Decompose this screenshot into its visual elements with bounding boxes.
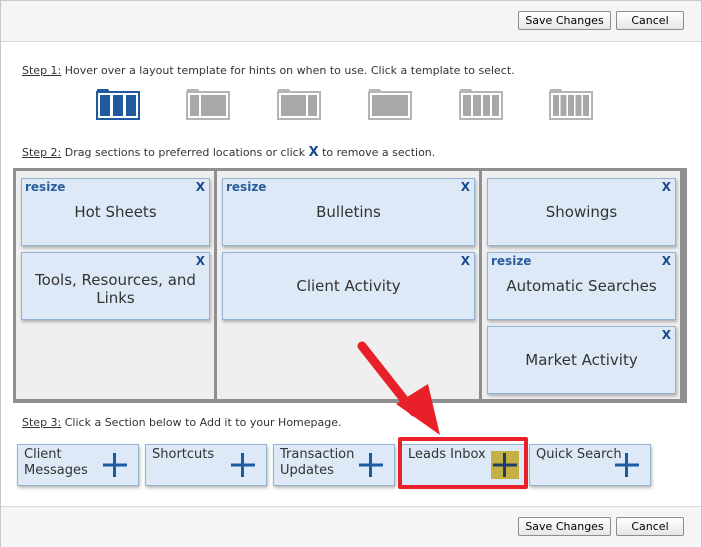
save-changes-button-bottom[interactable]: Save Changes: [518, 517, 611, 536]
section-title: Market Activity: [525, 351, 638, 369]
close-icon[interactable]: X: [461, 254, 470, 268]
add-section-label: Transaction Updates: [280, 447, 355, 478]
add-section-client-messages[interactable]: Client Messages: [17, 444, 139, 486]
step2-instructions: Step 2: Drag sections to preferred locat…: [22, 145, 435, 160]
step1-label: Step 1:: [22, 64, 62, 77]
template-2col-wide-right[interactable]: [186, 86, 230, 120]
template-5col[interactable]: [549, 86, 593, 120]
close-icon[interactable]: X: [461, 180, 470, 194]
layout-column-3: X Showings resize X Automatic Searches X…: [482, 171, 680, 399]
add-section-transaction-updates[interactable]: Transaction Updates: [273, 444, 395, 486]
step1-text: Hover over a layout template for hints o…: [61, 64, 515, 77]
cancel-button-bottom[interactable]: Cancel: [616, 517, 684, 536]
step3-label: Step 3:: [22, 416, 62, 429]
remove-x-icon: X: [308, 145, 319, 160]
section-card-client-activity[interactable]: X Client Activity: [222, 252, 475, 320]
resize-handle[interactable]: resize: [491, 254, 531, 268]
section-card-showings[interactable]: X Showings: [487, 178, 676, 246]
template-4col[interactable]: [459, 86, 503, 120]
layout-area: resize X Hot Sheets X Tools, Resources, …: [13, 168, 687, 403]
close-icon[interactable]: X: [196, 254, 205, 268]
add-section-shortcuts[interactable]: Shortcuts: [145, 444, 267, 486]
close-icon[interactable]: X: [196, 180, 205, 194]
annotation-highlight-box: [398, 437, 528, 489]
plus-icon[interactable]: [229, 451, 257, 479]
template-2col-wide-left[interactable]: [277, 86, 321, 120]
close-icon[interactable]: X: [662, 328, 671, 342]
section-card-bulletins[interactable]: resize X Bulletins: [222, 178, 475, 246]
cancel-button-top[interactable]: Cancel: [616, 11, 684, 30]
resize-handle[interactable]: resize: [226, 180, 266, 194]
save-changes-button-top[interactable]: Save Changes: [518, 11, 611, 30]
layout-column-2: resize X Bulletins X Client Activity: [217, 171, 479, 399]
close-icon[interactable]: X: [662, 254, 671, 268]
section-card-market-activity[interactable]: X Market Activity: [487, 326, 676, 394]
section-card-automatic-searches[interactable]: resize X Automatic Searches: [487, 252, 676, 320]
bottom-toolbar: Save Changes Cancel: [1, 506, 701, 547]
section-card-tools-resources-links[interactable]: X Tools, Resources, and Links: [21, 252, 210, 320]
add-section-label: Shortcuts: [152, 447, 215, 462]
step2-text-after: to remove a section.: [318, 146, 436, 159]
template-1col[interactable]: [368, 86, 412, 120]
plus-icon[interactable]: [357, 451, 385, 479]
section-title: Client Activity: [296, 277, 401, 295]
plus-icon[interactable]: [613, 451, 641, 479]
section-title: Bulletins: [316, 203, 381, 221]
step2-label: Step 2:: [22, 146, 62, 159]
section-title: Automatic Searches: [506, 277, 657, 295]
plus-icon[interactable]: [101, 451, 129, 479]
template-3col-selected[interactable]: [96, 86, 140, 120]
section-card-hot-sheets[interactable]: resize X Hot Sheets: [21, 178, 210, 246]
section-title: Showings: [545, 203, 618, 221]
section-title: Hot Sheets: [74, 203, 157, 221]
close-icon[interactable]: X: [662, 180, 671, 194]
add-section-label: Quick Search: [536, 447, 622, 462]
step1-instructions: Step 1: Hover over a layout template for…: [22, 64, 515, 77]
add-section-quick-search[interactable]: Quick Search: [529, 444, 651, 486]
add-section-label: Client Messages: [24, 447, 88, 478]
top-toolbar: Save Changes Cancel: [1, 1, 701, 42]
layout-column-1: resize X Hot Sheets X Tools, Resources, …: [16, 171, 214, 399]
step2-text-before: Drag sections to preferred locations or …: [61, 146, 309, 159]
step3-text: Click a Section below to Add it to your …: [61, 416, 342, 429]
resize-handle[interactable]: resize: [25, 180, 65, 194]
section-title: Tools, Resources, and Links: [35, 270, 196, 307]
step3-instructions: Step 3: Click a Section below to Add it …: [22, 416, 342, 429]
